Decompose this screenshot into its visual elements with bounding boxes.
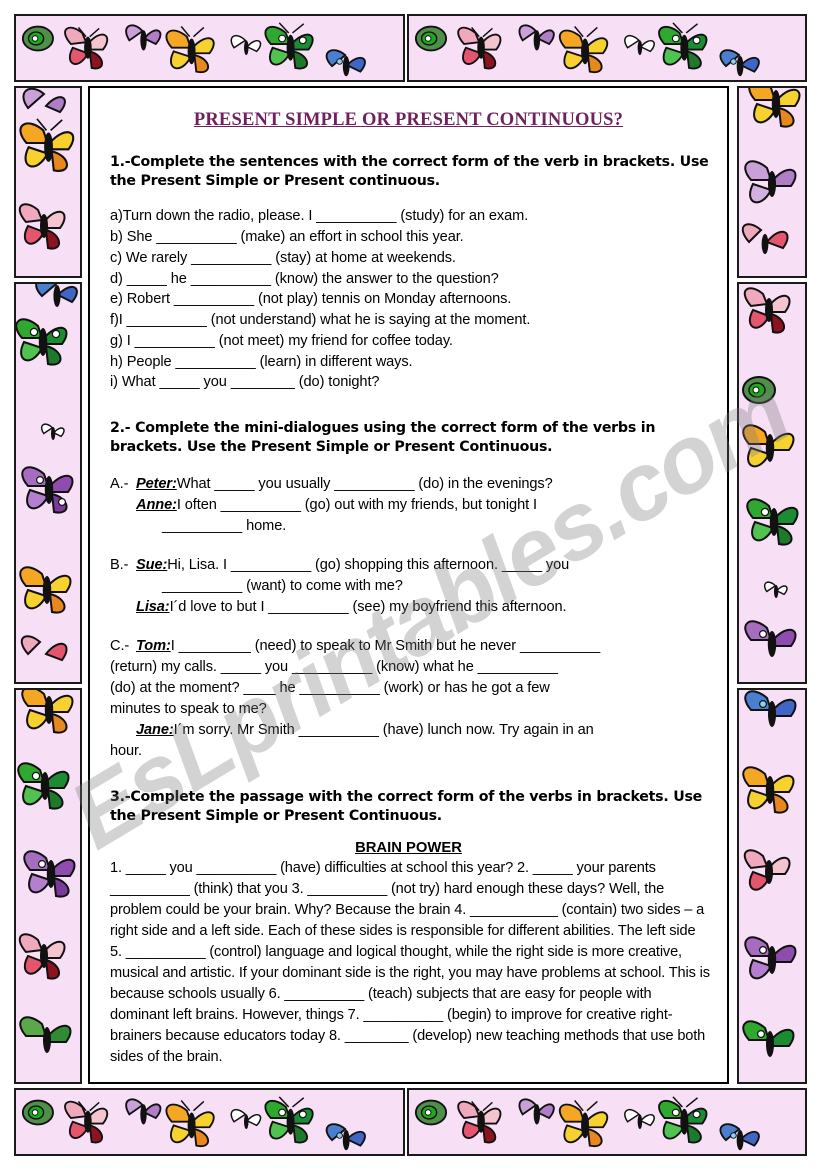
border-tile-right-1 [737,86,807,278]
border-tile-left-2 [14,282,82,684]
speaker-lisa: Lisa: [136,599,170,616]
dialogue-c-line-2: (return) my calls. _____ you __________ … [110,659,558,676]
dialogue-a-text-1: What _____ you usually __________ (do) i… [176,476,553,493]
border-tile-bottom-right [407,1088,807,1156]
exercise-1-item-h: h) People __________ (learn) in differen… [110,353,413,370]
exercise-3-instruction: 3.-Complete the passage with the correct… [110,789,703,825]
dialogue-b-marker: B.- [110,557,129,574]
passage-text: 1. _____ you __________ (have) difficult… [110,859,710,1065]
dialogue-c-line-5: Jane:I´m sorry. Mr Smith __________ (hav… [110,720,711,741]
dialogue-b-text-3: I´d love to but I __________ (see) my bo… [169,599,567,616]
border-tile-bottom-left [14,1088,405,1156]
border-tile-left-3 [14,688,82,1084]
dialogue-c: C.- Tom:I _________ (need) to speak to Mr… [110,636,711,762]
exercise-1-item-a: a)Turn down the radio, please. I _______… [110,208,529,225]
page-title: PRESENT SIMPLE OR PRESENT CONTINUOUS? [193,110,624,130]
dialogue-c-line-4: minutes to speak to me? [110,701,267,718]
worksheet-content: PRESENT SIMPLE OR PRESENT CONTINUOUS? 1.… [88,86,729,1084]
border-tile-left-1 [14,86,82,278]
dialogue-a-line-1: A.- Peter:What _____ you usually ________… [110,474,711,495]
dialogue-b-line-1: B.- Sue:Hi, Lisa. I __________ (go) shopp… [110,555,711,576]
dialogue-a: A.- Peter:What _____ you usually ________… [110,474,711,537]
dialogue-c-text-5: I´m sorry. Mr Smith __________ (have) lu… [173,722,594,739]
exercise-1-item-d: d) _____ he __________ (know) the answer… [110,270,499,287]
border-tile-top-right [407,14,807,82]
speaker-anne: Anne: [136,497,177,514]
border-tile-top-left [14,14,405,82]
dialogue-c-line-6: hour. [110,743,142,760]
dialogue-b-line-3: Lisa:I´d love to but I __________ (see) … [110,597,711,618]
dialogue-c-marker: C.- [110,638,130,655]
border-tile-right-3 [737,688,807,1084]
passage-title: BRAIN POWER [355,839,462,856]
speaker-tom: Tom: [136,638,171,655]
dialogue-a-marker: A.- [110,476,129,493]
exercise-2-instruction: 2.- Complete the mini-dialogues using th… [110,419,656,455]
exercise-1-item-b: b) She __________ (make) an effort in sc… [110,229,464,246]
dialogue-b-text-1: Hi, Lisa. I __________ (go) shopping thi… [167,557,570,574]
border-tile-right-2 [737,282,807,684]
dialogue-a-text-2: I often __________ (go) out with my frie… [176,497,537,514]
exercise-1-item-f: f)I __________ (not understand) what he … [110,312,531,329]
exercise-1-item-i: i) What _____ you ________ (do) tonight? [110,374,380,391]
exercise-1-item-e: e) Robert __________ (not play) tennis o… [110,291,512,308]
speaker-sue: Sue: [136,557,168,574]
worksheet-page: PRESENT SIMPLE OR PRESENT CONTINUOUS? 1.… [0,0,821,1169]
dialogue-c-text-1: I _________ (need) to speak to Mr Smith … [170,638,601,655]
speaker-peter: Peter: [136,476,177,493]
exercise-1-items: a)Turn down the radio, please. I _______… [110,206,711,392]
dialogue-b: B.- Sue:Hi, Lisa. I __________ (go) shopp… [110,555,711,618]
dialogue-c-line-1: C.- Tom:I _________ (need) to speak to Mr… [110,636,711,657]
dialogue-b-line-2: __________ (want) to come with me? [162,578,403,595]
dialogue-a-line-3: __________ home. [162,518,287,535]
dialogue-a-line-2: Anne:I often __________ (go) out with my… [110,495,711,516]
dialogue-c-line-3: (do) at the moment? ____ he __________ (… [110,680,550,697]
exercise-1-item-g: g) I __________ (not meet) my friend for… [110,332,453,349]
exercise-1-item-c: c) We rarely __________ (stay) at home a… [110,249,456,266]
exercise-1-instruction: 1.-Complete the sentences with the corre… [110,154,709,189]
speaker-jane: Jane: [136,722,174,739]
